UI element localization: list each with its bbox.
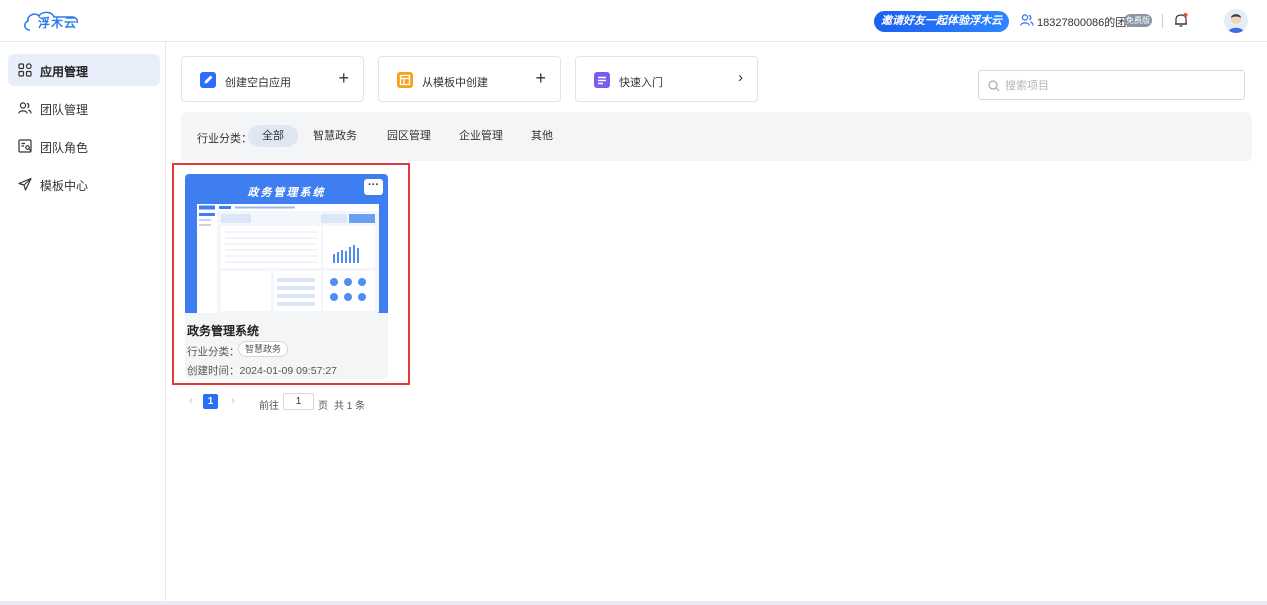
search-input[interactable] bbox=[1005, 77, 1235, 95]
grid-icon bbox=[18, 63, 32, 77]
plus-icon: + bbox=[338, 68, 349, 88]
logo-text: 浮木云 bbox=[38, 16, 78, 30]
create-blank-app-label: 创建空白应用 bbox=[225, 77, 291, 89]
send-icon bbox=[18, 177, 32, 191]
avatar-icon bbox=[1228, 14, 1244, 33]
app-category-label: 行业分类： bbox=[187, 346, 240, 358]
pagination-goto-input[interactable] bbox=[283, 393, 314, 410]
top-header: 浮木云 邀请好友一起体验浮木云 18327800086的团队 免费版 bbox=[0, 0, 1267, 42]
thumbnail-title: 政务管理系统 bbox=[247, 187, 326, 199]
filter-chip-smart-government[interactable]: 智慧政务 bbox=[308, 125, 362, 147]
pagination-next-icon[interactable]: › bbox=[226, 394, 240, 409]
pagination-goto-label: 前往 bbox=[259, 401, 279, 412]
pagination-page-1[interactable]: 1 bbox=[203, 394, 218, 409]
more-options-button[interactable]: ··· bbox=[364, 179, 383, 195]
doc-icon bbox=[594, 72, 610, 88]
app-thumbnail: 政务管理系统 ··· bbox=[185, 174, 388, 313]
edit-icon bbox=[200, 72, 216, 88]
user-avatar[interactable] bbox=[1224, 9, 1248, 33]
sidebar-item-team-roles[interactable]: 团队角色 bbox=[8, 130, 160, 162]
create-from-template-label: 从模板中创建 bbox=[422, 77, 488, 89]
sidebar-item-label: 团队管理 bbox=[40, 103, 89, 117]
filter-chip-park-management[interactable]: 园区管理 bbox=[382, 125, 436, 147]
filter-chip-enterprise-management[interactable]: 企业管理 bbox=[454, 125, 508, 147]
plus-icon: + bbox=[535, 68, 546, 88]
app-category-tag: 智慧政务 bbox=[238, 341, 289, 357]
filter-chip-all[interactable]: 全部 bbox=[248, 125, 298, 147]
sidebar-item-label: 模板中心 bbox=[40, 179, 89, 193]
pagination-page-label: 页 bbox=[318, 401, 328, 412]
search-icon bbox=[988, 80, 1000, 92]
notification-bell-icon[interactable] bbox=[1173, 12, 1189, 28]
chevron-right-icon: › bbox=[738, 69, 743, 86]
quick-start-button[interactable]: 快速入门 › bbox=[575, 56, 758, 102]
plan-badge: 免费版 bbox=[1124, 14, 1152, 27]
team-icon bbox=[18, 102, 32, 114]
sidebar-item-label: 团队角色 bbox=[40, 141, 89, 155]
invite-button[interactable]: 邀请好友一起体验浮木云 bbox=[874, 11, 1009, 32]
header-divider bbox=[1162, 14, 1163, 28]
logo[interactable]: 浮木云 bbox=[22, 9, 80, 33]
sidebar-item-team-management[interactable]: 团队管理 bbox=[8, 92, 160, 124]
pagination-prev-icon[interactable]: ‹ bbox=[184, 394, 198, 409]
thumbnail-preview bbox=[197, 204, 379, 313]
bottom-scrollbar-track bbox=[0, 601, 1267, 605]
sidebar: 应用管理 团队管理 团队角色 模板中心 bbox=[0, 42, 166, 605]
filter-chip-other[interactable]: 其他 bbox=[527, 125, 557, 147]
search-box[interactable] bbox=[978, 70, 1245, 100]
filter-label: 行业分类： bbox=[197, 133, 252, 145]
pagination-total: 共 1 条 bbox=[334, 401, 366, 412]
create-from-template-button[interactable]: 从模板中创建 + bbox=[378, 56, 561, 102]
category-filter-bar: 行业分类： 全部 智慧政务 园区管理 企业管理 其他 bbox=[181, 112, 1252, 161]
app-created-time: 创建时间：2024-01-09 09:57:27 bbox=[187, 365, 337, 377]
role-icon bbox=[18, 139, 32, 153]
template-icon bbox=[397, 72, 413, 88]
quick-start-label: 快速入门 bbox=[619, 77, 663, 89]
sidebar-item-app-management[interactable]: 应用管理 bbox=[8, 54, 160, 86]
sidebar-item-template-center[interactable]: 模板中心 bbox=[8, 168, 160, 200]
app-name: 政务管理系统 bbox=[187, 324, 260, 338]
create-blank-app-button[interactable]: 创建空白应用 + bbox=[181, 56, 364, 102]
app-card[interactable]: 政务管理系统 ··· 政务管理系统 行业分类： 智慧政务 创建时间：2024-0… bbox=[185, 174, 388, 379]
sidebar-item-label: 应用管理 bbox=[40, 65, 89, 79]
team-icon bbox=[1020, 14, 1034, 26]
